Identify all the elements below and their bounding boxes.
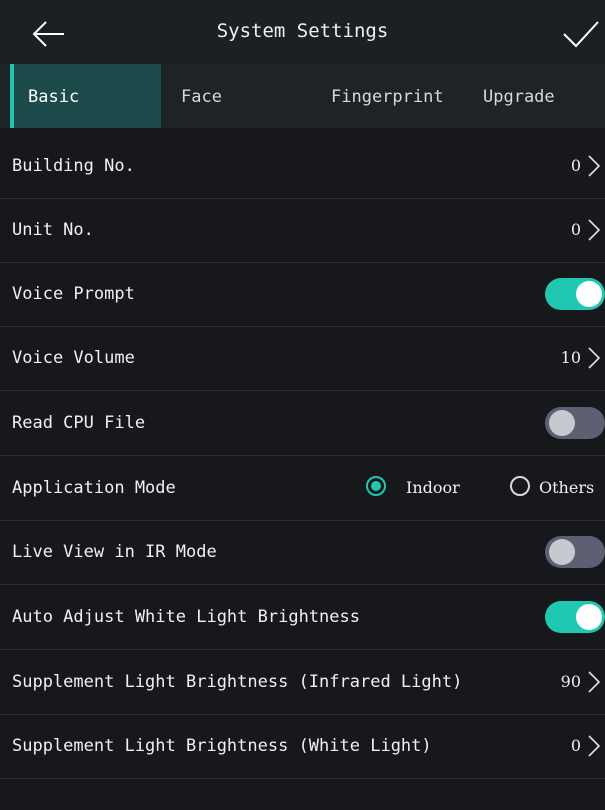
application-mode-row: Application Mode Indoor Others — [0, 456, 605, 521]
read-cpu-file-toggle[interactable] — [545, 407, 605, 439]
read-cpu-file-label: Read CPU File — [12, 413, 146, 433]
voice-volume-row[interactable]: Voice Volume 10 — [0, 326, 605, 391]
tab-fingerprint-label: Fingerprint — [331, 87, 444, 107]
supplement-ir-row[interactable]: Supplement Light Brightness (Infrared Li… — [0, 650, 605, 715]
auto-adjust-white-label: Auto Adjust White Light Brightness — [12, 607, 360, 627]
confirm-button[interactable] — [560, 14, 600, 54]
tab-face[interactable]: Face — [181, 64, 222, 128]
chevron-right-icon — [588, 735, 601, 757]
voice-prompt-row: Voice Prompt — [0, 262, 605, 327]
chevron-right-icon — [588, 671, 601, 693]
tab-upgrade[interactable]: Upgrade — [483, 64, 555, 128]
tab-face-label: Face — [181, 87, 222, 107]
voice-volume-label: Voice Volume — [12, 348, 135, 368]
tab-basic-label: Basic — [28, 87, 80, 107]
tab-fingerprint[interactable]: Fingerprint — [331, 64, 444, 128]
building-no-row[interactable]: Building No. 0 — [0, 134, 605, 199]
application-mode-label: Application Mode — [12, 478, 176, 498]
checkmark-icon — [563, 21, 599, 48]
building-no-label: Building No. — [12, 156, 135, 176]
radio-indoor[interactable]: Indoor — [366, 456, 486, 520]
toggle-knob — [549, 539, 575, 565]
radio-indoor-label: Indoor — [406, 478, 460, 497]
radio-others[interactable]: Others — [510, 456, 605, 520]
tab-basic[interactable]: Basic — [10, 64, 161, 128]
voice-volume-value: 10 — [560, 348, 581, 367]
supplement-white-label: Supplement Light Brightness (White Light… — [12, 736, 432, 756]
voice-prompt-label: Voice Prompt — [12, 284, 135, 304]
auto-adjust-white-row: Auto Adjust White Light Brightness — [0, 585, 605, 650]
chevron-right-icon — [588, 219, 601, 241]
supplement-white-value: 0 — [570, 736, 581, 755]
toggle-knob — [576, 604, 602, 630]
tab-upgrade-label: Upgrade — [483, 87, 555, 107]
chevron-right-icon — [588, 155, 601, 177]
toggle-knob — [549, 410, 575, 436]
tab-bar: Basic Face Fingerprint Upgrade — [0, 64, 605, 128]
unit-no-label: Unit No. — [12, 220, 94, 240]
building-no-value: 0 — [570, 156, 581, 175]
toggle-knob — [576, 281, 602, 307]
voice-prompt-toggle[interactable] — [545, 278, 605, 310]
live-view-ir-toggle[interactable] — [545, 536, 605, 568]
radio-checked-icon — [366, 476, 386, 496]
live-view-ir-row: Live View in IR Mode — [0, 520, 605, 585]
unit-no-value: 0 — [570, 220, 581, 239]
live-view-ir-label: Live View in IR Mode — [12, 542, 217, 562]
title-bar: System Settings — [0, 0, 605, 64]
radio-others-label: Others — [539, 478, 595, 497]
unit-no-row[interactable]: Unit No. 0 — [0, 198, 605, 263]
chevron-right-icon — [588, 347, 601, 369]
supplement-ir-value: 90 — [560, 672, 581, 691]
auto-adjust-white-toggle[interactable] — [545, 601, 605, 633]
page-title: System Settings — [216, 20, 389, 42]
radio-unchecked-icon — [510, 476, 530, 496]
supplement-ir-label: Supplement Light Brightness (Infrared Li… — [12, 672, 463, 692]
supplement-white-row[interactable]: Supplement Light Brightness (White Light… — [0, 714, 605, 779]
read-cpu-file-row: Read CPU File — [0, 391, 605, 456]
